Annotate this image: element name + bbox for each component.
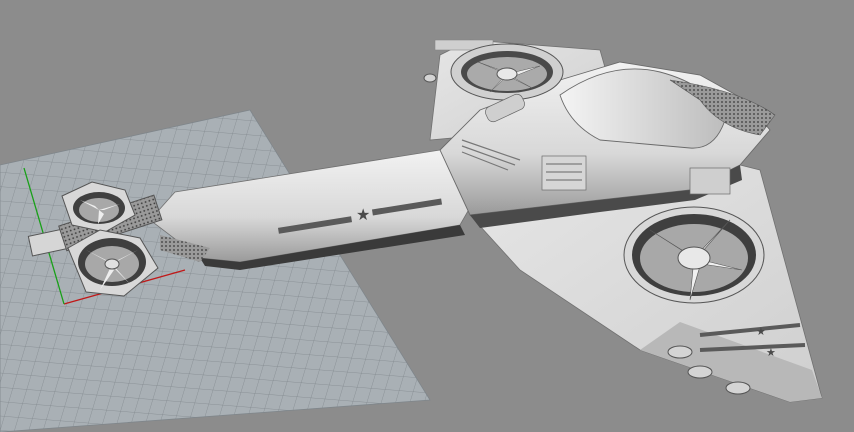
3d-viewport[interactable]: ★ ★ ★ bbox=[0, 0, 854, 432]
star-insignia-icon: ★ bbox=[756, 325, 766, 338]
rotor-fan-icon bbox=[450, 43, 564, 101]
construction-grid[interactable] bbox=[0, 109, 431, 432]
star-insignia-icon: ★ bbox=[356, 205, 370, 224]
star-insignia-icon: ★ bbox=[766, 346, 776, 359]
perspective-scene[interactable]: ★ ★ ★ bbox=[0, 0, 854, 432]
rotor-fan-icon bbox=[623, 206, 765, 304]
